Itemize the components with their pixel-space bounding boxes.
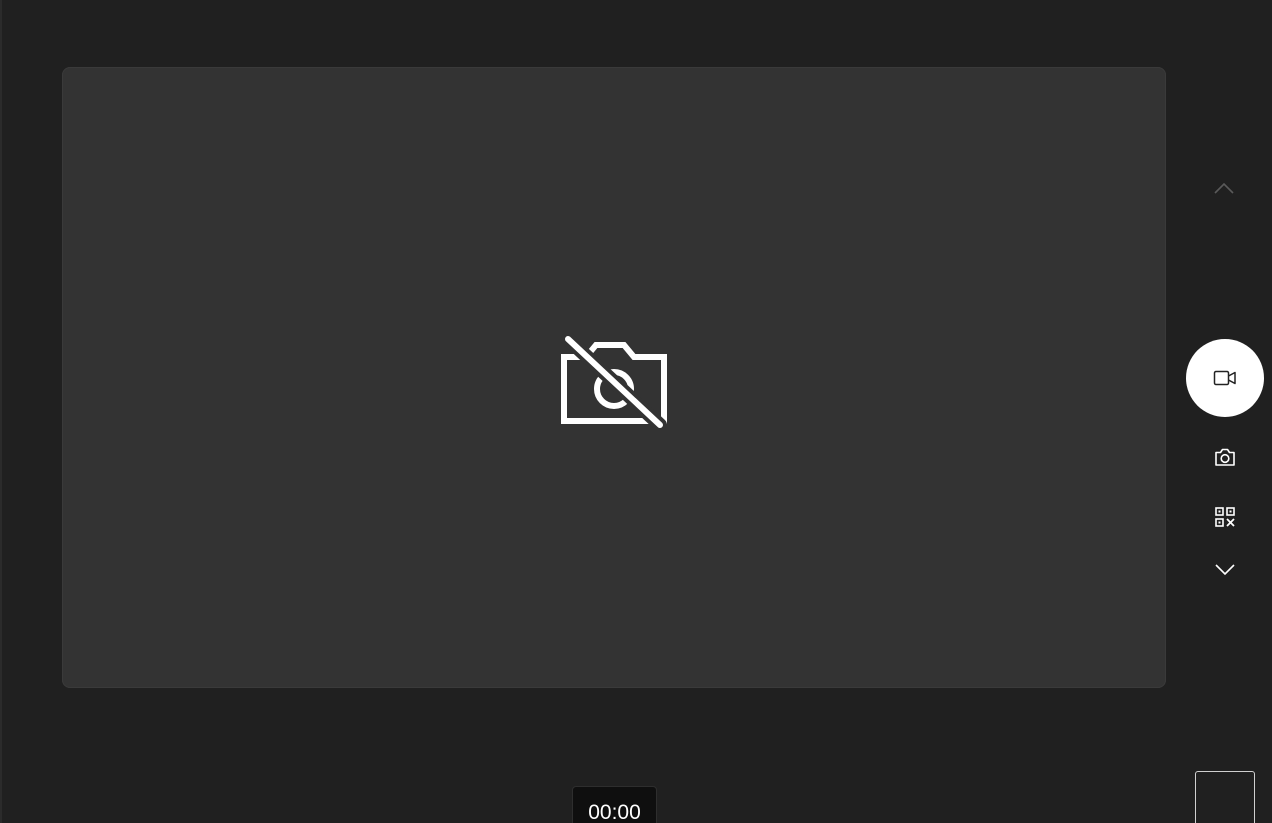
video-mode-button[interactable] (1186, 339, 1264, 417)
mode-scroll-up-button[interactable] (1204, 172, 1244, 204)
gallery-thumbnail-button[interactable] (1195, 771, 1255, 823)
qr-code-icon (1215, 507, 1235, 527)
camera-app: 00:00 (0, 0, 1272, 823)
photo-mode-button[interactable] (1205, 437, 1245, 477)
window-edge (0, 0, 2, 823)
camera-preview (62, 67, 1166, 688)
camera-icon (1215, 448, 1235, 466)
video-icon (1213, 370, 1236, 386)
barcode-mode-button[interactable] (1205, 497, 1245, 537)
camera-off-icon (561, 333, 667, 429)
chevron-down-icon (1215, 564, 1235, 576)
recording-timer: 00:00 (572, 786, 657, 823)
chevron-up-icon (1214, 182, 1234, 194)
mode-scroll-down-button[interactable] (1205, 552, 1245, 588)
